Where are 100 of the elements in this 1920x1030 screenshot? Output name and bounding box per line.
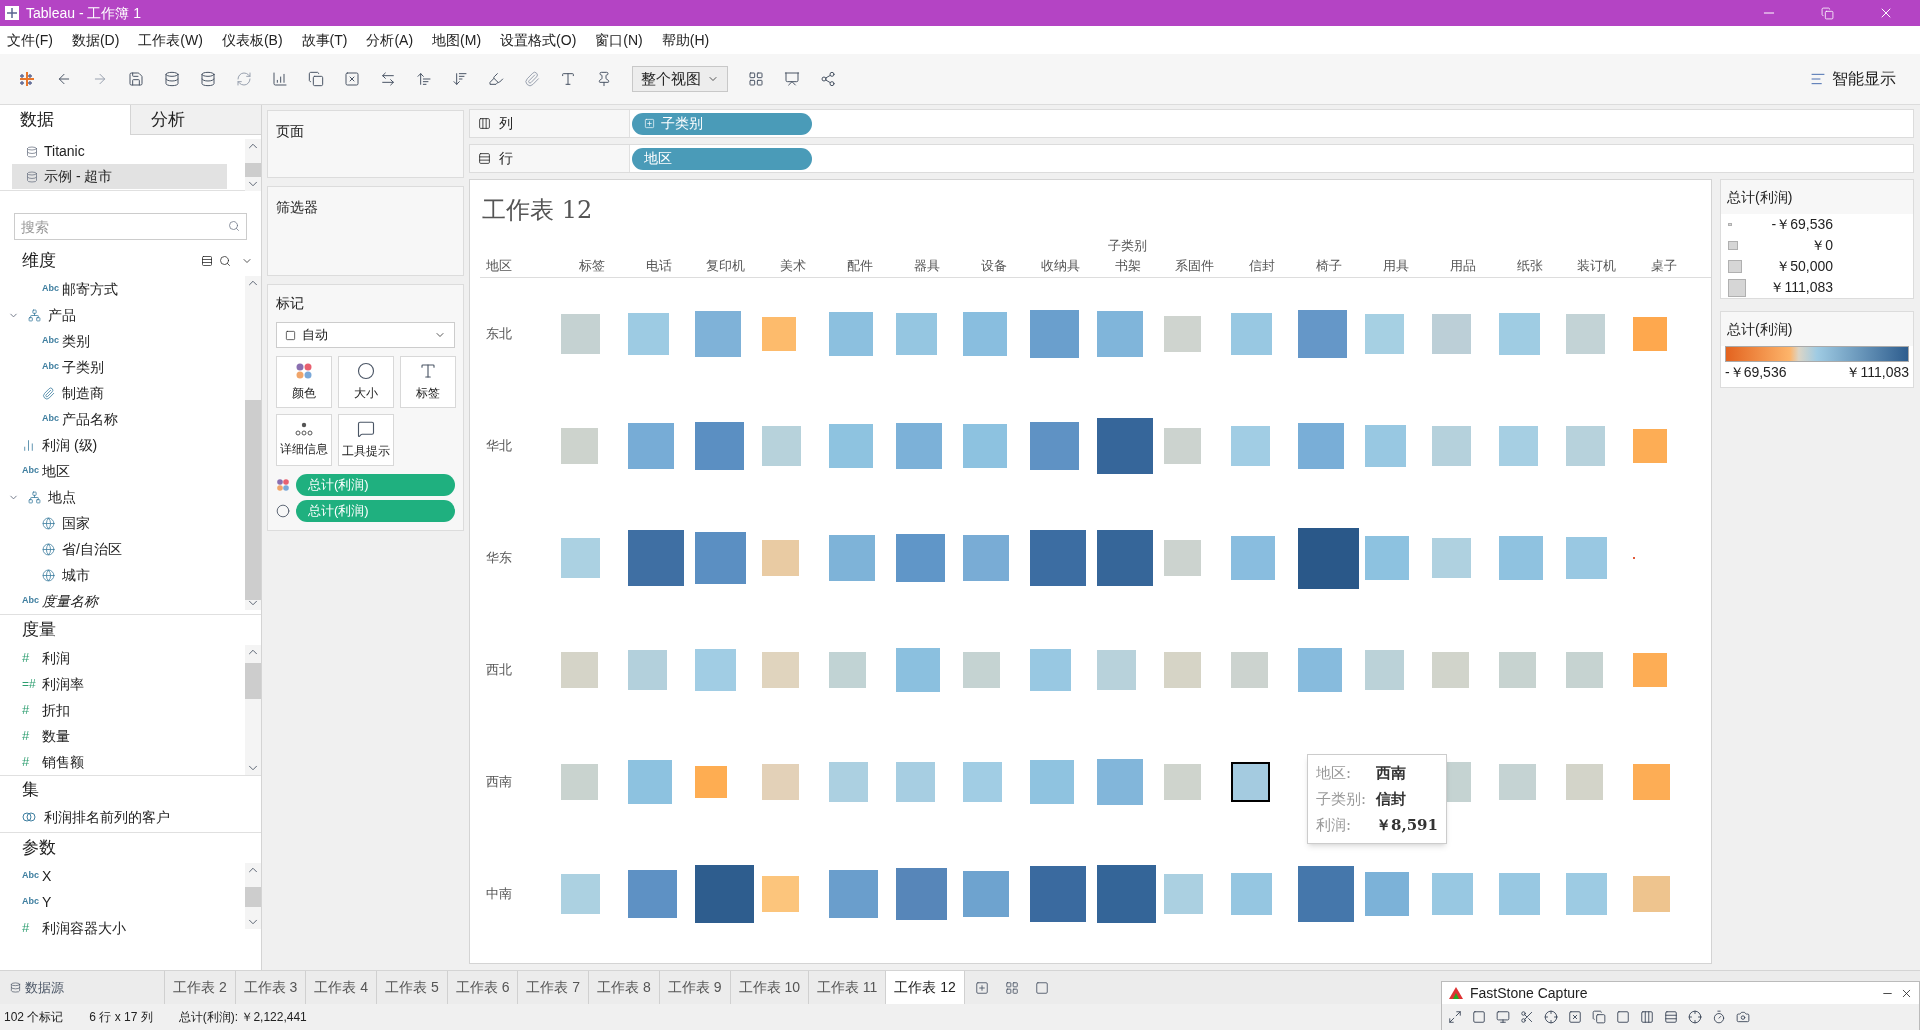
menu-item[interactable]: 仪表板(B) bbox=[218, 29, 286, 51]
capture-tool-icon[interactable] bbox=[1712, 1010, 1726, 1024]
new-worksheet-icon[interactable] bbox=[974, 980, 989, 995]
search-field[interactable]: 搜索 bbox=[14, 213, 247, 240]
pin-icon[interactable] bbox=[596, 71, 612, 87]
text-icon[interactable] bbox=[560, 71, 576, 87]
mark-property-button[interactable]: 大小 bbox=[338, 356, 394, 408]
capture-tool-icon[interactable] bbox=[1448, 1010, 1462, 1024]
field-item[interactable]: 省/自治区 bbox=[62, 538, 122, 560]
search-icon[interactable] bbox=[219, 255, 231, 267]
capture-tool-icon[interactable] bbox=[1736, 1010, 1750, 1024]
sheet-tab[interactable]: 工作表 12 bbox=[885, 971, 964, 1004]
new-data-source-icon[interactable] bbox=[164, 71, 180, 87]
menu-item[interactable]: 分析(A) bbox=[363, 29, 417, 51]
menu-item[interactable]: 文件(F) bbox=[4, 29, 56, 51]
field-item[interactable]: 利润排名前列的客户 bbox=[44, 806, 170, 828]
pane-tab[interactable]: 数据 bbox=[0, 105, 130, 135]
mark-property-button[interactable]: 颜色 bbox=[276, 356, 332, 408]
scrollbar[interactable] bbox=[245, 276, 261, 610]
field-item[interactable]: 地点 bbox=[48, 486, 76, 508]
field-item[interactable]: 产品 bbox=[48, 304, 76, 326]
scrollbar[interactable] bbox=[245, 863, 261, 929]
mark-property-button[interactable]: 详细信息 bbox=[276, 414, 332, 466]
capture-tool-icon[interactable] bbox=[1664, 1010, 1678, 1024]
tableau-logo-icon[interactable] bbox=[18, 70, 36, 88]
mark-property-button[interactable]: 标签 bbox=[400, 356, 456, 408]
capture-tool-icon[interactable] bbox=[1544, 1010, 1558, 1024]
field-item[interactable]: 国家 bbox=[62, 512, 90, 534]
tooltip-value: 西南 bbox=[1376, 763, 1406, 784]
capture-tool-icon[interactable] bbox=[1496, 1010, 1510, 1024]
list-view-icon[interactable] bbox=[201, 255, 213, 267]
capture-tool-icon[interactable] bbox=[1520, 1010, 1534, 1024]
field-item[interactable]: 利润率 bbox=[42, 673, 84, 695]
field-item[interactable]: 产品名称 bbox=[62, 408, 118, 430]
heatmap-square[interactable] bbox=[695, 864, 754, 924]
show-me-icon[interactable] bbox=[1810, 71, 1826, 87]
field-item[interactable]: 度量名称 bbox=[42, 590, 98, 612]
data-source-tab[interactable]: 数据源 bbox=[0, 971, 164, 1004]
capture-tool-icon[interactable] bbox=[1616, 1010, 1630, 1024]
presentation-icon[interactable] bbox=[784, 71, 800, 87]
field-item[interactable]: 地区 bbox=[42, 460, 70, 482]
field-item[interactable]: 利润 bbox=[42, 647, 70, 669]
show-me-button[interactable]: 智能显示 bbox=[1810, 67, 1896, 91]
fit-dropdown[interactable]: 整个视图 bbox=[632, 66, 728, 92]
database-icon[interactable] bbox=[10, 982, 21, 993]
database-icon[interactable] bbox=[26, 170, 38, 183]
scrollbar[interactable] bbox=[245, 645, 261, 775]
sort-descending-icon[interactable] bbox=[452, 71, 468, 87]
highlight-icon[interactable] bbox=[488, 71, 504, 87]
clear-sheet-icon[interactable] bbox=[344, 71, 360, 87]
field-item[interactable]: 制造商 bbox=[62, 382, 104, 404]
menu-item[interactable]: 故事(T) bbox=[298, 29, 351, 51]
section-title: 集 bbox=[22, 779, 39, 802]
data-source-item[interactable]: Titanic bbox=[12, 139, 227, 164]
field-item[interactable]: 数量 bbox=[42, 725, 70, 747]
menu-item[interactable]: 数据(D) bbox=[68, 29, 123, 51]
capture-tool-icon[interactable] bbox=[1592, 1010, 1606, 1024]
field-item[interactable]: Y bbox=[42, 891, 52, 913]
expand-plus-icon[interactable] bbox=[644, 118, 655, 129]
share-icon[interactable] bbox=[820, 71, 836, 87]
menu-item[interactable]: 工作表(W) bbox=[135, 29, 206, 51]
duplicate-icon[interactable] bbox=[308, 71, 324, 87]
search-icon[interactable] bbox=[228, 220, 240, 232]
mark-shape-icon[interactable] bbox=[285, 329, 296, 341]
field-item[interactable]: 利润 (级) bbox=[42, 434, 98, 456]
mark-property-button[interactable]: 工具提示 bbox=[338, 414, 394, 466]
field-item[interactable]: X bbox=[42, 865, 52, 887]
field-item[interactable]: 销售额 bbox=[42, 751, 84, 773]
heatmap-square[interactable] bbox=[1097, 864, 1156, 924]
data-source-item[interactable]: 示例 - 超市 bbox=[12, 164, 227, 189]
database-icon[interactable] bbox=[26, 145, 38, 158]
sort-ascending-icon[interactable] bbox=[416, 71, 432, 87]
capture-tool-icon[interactable] bbox=[1568, 1010, 1582, 1024]
new-dashboard-icon[interactable] bbox=[1004, 980, 1019, 995]
cards-icon[interactable] bbox=[748, 71, 764, 87]
new-worksheet-icon[interactable] bbox=[272, 71, 288, 87]
mark-type-dropdown[interactable]: 自动 bbox=[276, 322, 455, 348]
field-item[interactable]: 城市 bbox=[62, 564, 90, 586]
forward-icon[interactable] bbox=[92, 71, 108, 87]
menu-item[interactable]: 帮助(H) bbox=[658, 29, 713, 51]
field-item[interactable]: 类别 bbox=[62, 330, 90, 352]
menu-item[interactable]: 设置格式(O) bbox=[497, 29, 580, 51]
menu-item[interactable]: 地图(M) bbox=[429, 29, 485, 51]
capture-tool-icon[interactable] bbox=[1640, 1010, 1654, 1024]
swap-icon[interactable] bbox=[380, 71, 396, 87]
back-icon[interactable] bbox=[56, 71, 72, 87]
field-item[interactable]: 利润容器大小 bbox=[42, 917, 126, 939]
pane-tab[interactable]: 分析 bbox=[130, 105, 261, 135]
field-item[interactable]: 折扣 bbox=[42, 699, 70, 721]
section-title: 维度 bbox=[22, 250, 57, 273]
restore-icon[interactable] bbox=[1821, 6, 1834, 20]
menu-item[interactable]: 窗口(N) bbox=[592, 29, 646, 51]
field-item[interactable]: 邮寄方式 bbox=[62, 278, 118, 300]
refresh-icon[interactable] bbox=[236, 71, 252, 87]
capture-tool-icon[interactable] bbox=[1688, 1010, 1702, 1024]
capture-tool-icon[interactable] bbox=[1472, 1010, 1486, 1024]
heatmap-square[interactable] bbox=[1231, 762, 1271, 802]
save-icon[interactable] bbox=[128, 71, 144, 87]
field-item[interactable]: 子类别 bbox=[62, 356, 104, 378]
scrollbar[interactable] bbox=[245, 139, 261, 191]
